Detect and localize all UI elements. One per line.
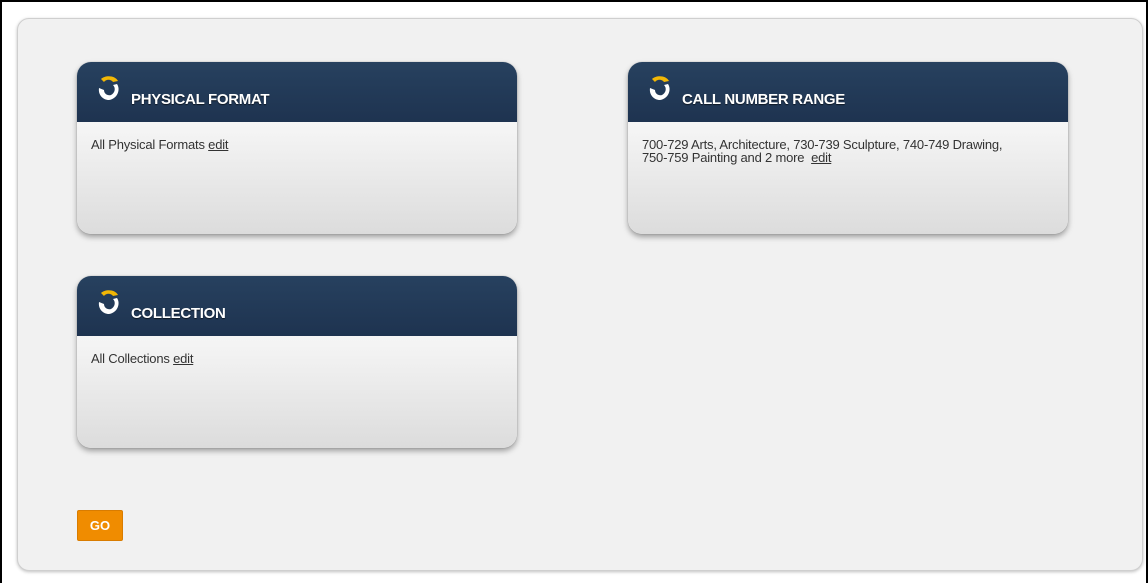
call-number-range-card: CALL NUMBER RANGE 700-729 Arts, Architec…: [628, 62, 1068, 234]
go-button[interactable]: GO: [77, 510, 123, 541]
edit-call-number-range-link[interactable]: edit: [811, 150, 831, 165]
edit-collection-link[interactable]: edit: [173, 351, 193, 366]
card-body: All Collections edit: [77, 336, 517, 365]
edit-physical-format-link[interactable]: edit: [208, 137, 228, 152]
card-header: PHYSICAL FORMAT: [77, 62, 517, 122]
card-title: COLLECTION: [131, 305, 226, 322]
card-header: COLLECTION: [77, 276, 517, 336]
swirl-logo-icon: [98, 290, 119, 314]
card-body: 700-729 Arts, Architecture, 730-739 Scul…: [628, 122, 1068, 164]
card-title: PHYSICAL FORMAT: [131, 91, 270, 108]
swirl-logo-icon: [649, 76, 670, 100]
swirl-logo-icon: [98, 76, 119, 100]
card-summary: All Physical Formats: [91, 137, 205, 152]
card-summary: All Collections: [91, 351, 170, 366]
card-body: All Physical Formats edit: [77, 122, 517, 151]
physical-format-card: PHYSICAL FORMAT All Physical Formats edi…: [77, 62, 517, 234]
card-header: CALL NUMBER RANGE: [628, 62, 1068, 122]
card-title: CALL NUMBER RANGE: [682, 91, 845, 108]
collection-card: COLLECTION All Collections edit: [77, 276, 517, 448]
